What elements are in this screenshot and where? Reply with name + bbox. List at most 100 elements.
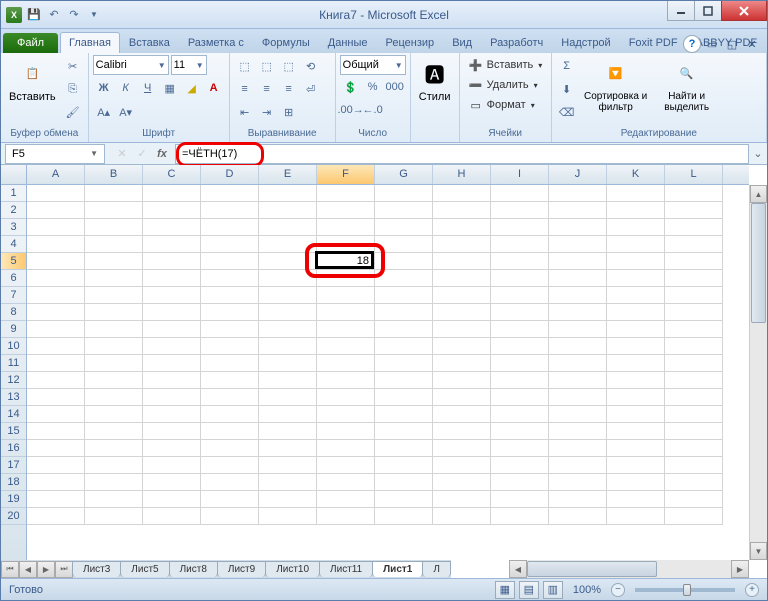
cell[interactable] [491,287,549,304]
cell[interactable] [665,491,723,508]
cell[interactable] [259,219,317,236]
sheet-tab[interactable]: Лист9 [217,561,266,577]
column-header[interactable]: F [317,165,375,184]
cell[interactable] [27,355,85,372]
cell[interactable] [201,270,259,287]
cell[interactable] [665,287,723,304]
row-header[interactable]: 20 [1,508,26,525]
cell[interactable] [607,253,665,270]
cell[interactable] [143,287,201,304]
cell[interactable] [27,406,85,423]
decrease-font-icon[interactable]: A▾ [115,101,137,123]
cell[interactable] [143,355,201,372]
file-tab[interactable]: Файл [3,33,58,53]
cell[interactable] [607,474,665,491]
column-header[interactable]: K [607,165,665,184]
column-header[interactable]: D [201,165,259,184]
cell[interactable] [259,304,317,321]
cell[interactable] [143,321,201,338]
cell[interactable] [607,508,665,525]
tab-review[interactable]: Рецензир [377,32,444,53]
cell[interactable] [665,423,723,440]
delete-cells-button[interactable]: ➖Удалить▾ [464,75,542,95]
underline-icon[interactable]: Ч [137,77,159,99]
align-center-icon[interactable]: ≡ [256,78,278,100]
cell[interactable] [375,287,433,304]
cell[interactable] [27,270,85,287]
increase-decimal-icon[interactable]: .00→ [340,99,362,121]
cell[interactable] [317,304,375,321]
cell[interactable] [491,219,549,236]
sheet-tab[interactable]: Л [422,561,451,577]
cell[interactable] [375,321,433,338]
cell[interactable] [143,389,201,406]
column-header[interactable]: H [433,165,491,184]
cell[interactable] [85,508,143,525]
cell[interactable] [549,321,607,338]
cell[interactable] [259,355,317,372]
cell[interactable] [375,508,433,525]
cell[interactable] [433,185,491,202]
cell[interactable] [85,270,143,287]
cell[interactable] [433,236,491,253]
cell[interactable] [491,202,549,219]
merge-icon[interactable]: ⊞ [278,101,300,123]
cell[interactable] [201,355,259,372]
cell[interactable] [259,508,317,525]
cell[interactable] [665,338,723,355]
cell[interactable] [665,508,723,525]
autosum-icon[interactable]: Σ [556,55,578,77]
cell[interactable] [433,457,491,474]
sheet-nav-prev-icon[interactable]: ◀ [19,561,37,578]
cell[interactable] [27,457,85,474]
cell[interactable] [665,457,723,474]
cell[interactable] [143,406,201,423]
insert-cells-button[interactable]: ➕Вставить▾ [464,55,547,75]
cell[interactable] [27,287,85,304]
increase-indent-icon[interactable]: ⇥ [256,101,278,123]
cell[interactable] [259,270,317,287]
align-bottom-icon[interactable]: ⬚ [278,55,300,77]
cell[interactable] [549,236,607,253]
cell[interactable] [27,219,85,236]
italic-icon[interactable]: К [115,77,137,99]
qat-customize-icon[interactable]: ▼ [85,6,103,24]
cell[interactable] [491,372,549,389]
cell[interactable] [201,185,259,202]
align-right-icon[interactable]: ≡ [278,78,300,100]
cell[interactable] [433,406,491,423]
cell[interactable] [665,440,723,457]
cell[interactable] [375,457,433,474]
row-header[interactable]: 13 [1,389,26,406]
cell[interactable] [607,270,665,287]
sort-filter-button[interactable]: 🔽 Сортировка и фильтр [580,55,652,115]
cells-area[interactable]: 18 [27,185,749,560]
cell[interactable] [549,304,607,321]
cell[interactable] [201,474,259,491]
scroll-up-icon[interactable]: ▲ [750,185,767,203]
page-layout-icon[interactable]: ▤ [519,581,539,599]
cell[interactable] [259,440,317,457]
cell[interactable] [665,355,723,372]
row-header[interactable]: 12 [1,372,26,389]
row-header[interactable]: 10 [1,338,26,355]
cell[interactable] [85,389,143,406]
tab-insert[interactable]: Вставка [120,32,179,53]
cell[interactable] [201,457,259,474]
row-header[interactable]: 15 [1,423,26,440]
cell[interactable] [607,491,665,508]
cell[interactable] [665,202,723,219]
cell[interactable] [85,202,143,219]
sheet-tab[interactable]: Лист5 [120,561,169,577]
cell[interactable] [665,321,723,338]
cell[interactable] [317,219,375,236]
scroll-down-icon[interactable]: ▼ [750,542,767,560]
cell[interactable] [549,219,607,236]
cell[interactable] [607,440,665,457]
wrap-text-icon[interactable]: ⏎ [300,78,322,100]
zoom-thumb[interactable] [683,584,691,596]
cell[interactable] [607,202,665,219]
undo-icon[interactable]: ↶ [45,6,63,24]
cell[interactable] [491,423,549,440]
name-box[interactable]: F5▼ [5,144,105,164]
